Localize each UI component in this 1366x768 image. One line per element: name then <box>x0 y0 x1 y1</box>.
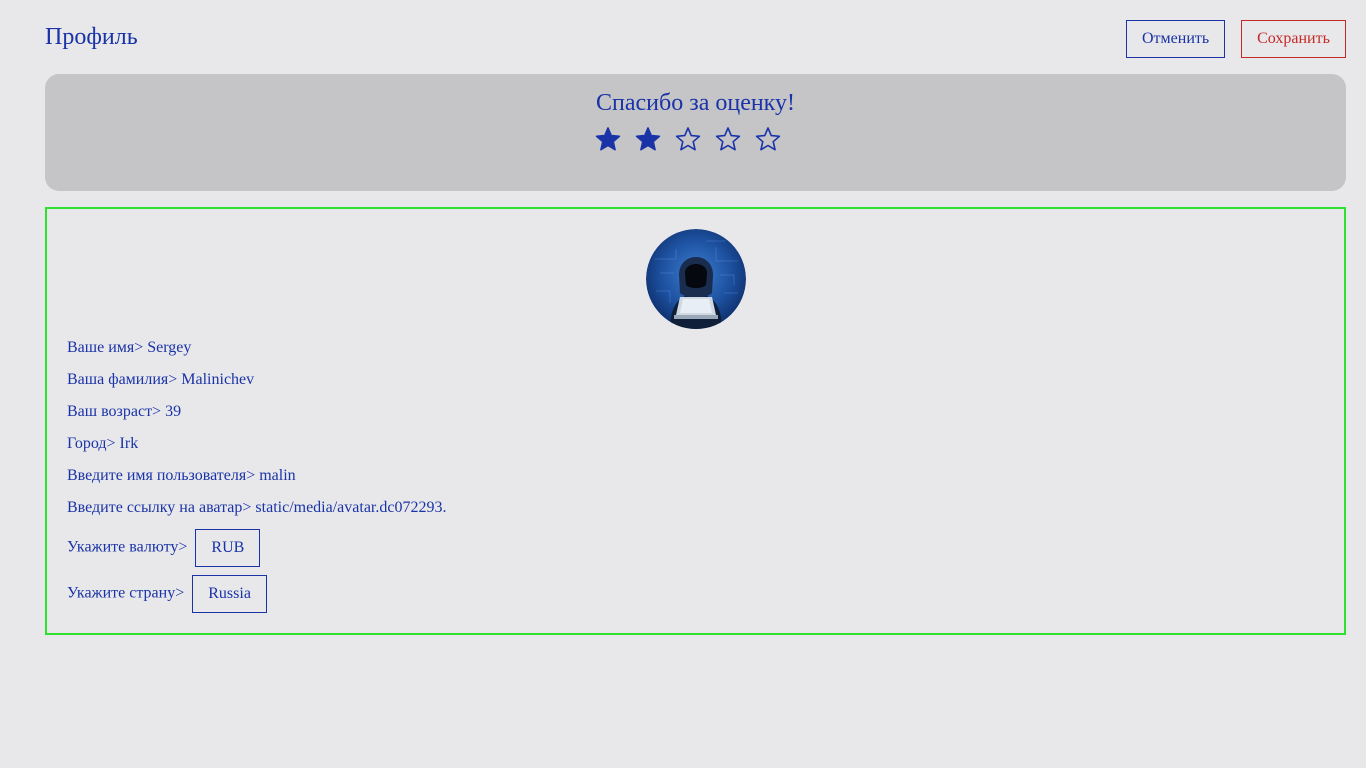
rating-title: Спасибо за оценку! <box>596 90 795 116</box>
field-label: Ваш возраст> <box>67 403 162 420</box>
field-label: Укажите страну> <box>67 584 185 602</box>
field-label: Введите ссылку на аватар> <box>67 499 252 516</box>
avatar <box>646 229 746 329</box>
country-select[interactable]: Russia <box>192 575 267 613</box>
field-label: Укажите валюту> <box>67 538 188 556</box>
currency-select[interactable]: RUB <box>195 529 261 567</box>
username-value[interactable]: malin <box>259 467 295 484</box>
field-label: Введите имя пользователя> <box>67 467 256 484</box>
field-first-name: Ваше имя> Sergey <box>67 339 191 357</box>
last-name-value[interactable]: Malinichev <box>181 371 254 388</box>
cancel-button[interactable]: Отменить <box>1126 20 1225 58</box>
field-age: Ваш возраст> 39 <box>67 403 181 421</box>
star-icon[interactable] <box>754 126 782 154</box>
field-label: Ваша фамилия> <box>67 371 178 388</box>
profile-page: Профиль Отменить Сохранить Спасибо за оц… <box>0 0 1366 768</box>
city-value[interactable]: Irk <box>120 435 139 452</box>
rating-panel: Спасибо за оценку! <box>45 74 1346 191</box>
field-label: Ваше имя> <box>67 339 144 356</box>
field-city: Город> Irk <box>67 435 138 453</box>
field-last-name: Ваша фамилия> Malinichev <box>67 371 254 389</box>
avatar-url-value[interactable]: static/media/avatar.dc072293. <box>255 499 446 516</box>
field-username: Введите имя пользователя> malin <box>67 467 296 485</box>
star-icon[interactable] <box>674 126 702 154</box>
header: Профиль Отменить Сохранить <box>45 20 1346 58</box>
field-currency: Укажите валюту> RUB <box>67 529 261 567</box>
page-title: Профиль <box>45 24 138 50</box>
star-icon[interactable] <box>594 126 622 154</box>
save-button[interactable]: Сохранить <box>1241 20 1346 58</box>
hooded-figure-laptop-avatar-icon <box>646 229 746 329</box>
star-icon[interactable] <box>634 126 662 154</box>
field-country: Укажите страну> Russia <box>67 575 267 613</box>
field-label: Город> <box>67 435 116 452</box>
profile-form: Ваше имя> Sergey Ваша фамилия> Maliniche… <box>45 207 1346 635</box>
field-avatar-url: Введите ссылку на аватар> static/media/a… <box>67 499 446 517</box>
star-icon[interactable] <box>714 126 742 154</box>
age-value[interactable]: 39 <box>165 403 181 420</box>
first-name-value[interactable]: Sergey <box>147 339 191 356</box>
